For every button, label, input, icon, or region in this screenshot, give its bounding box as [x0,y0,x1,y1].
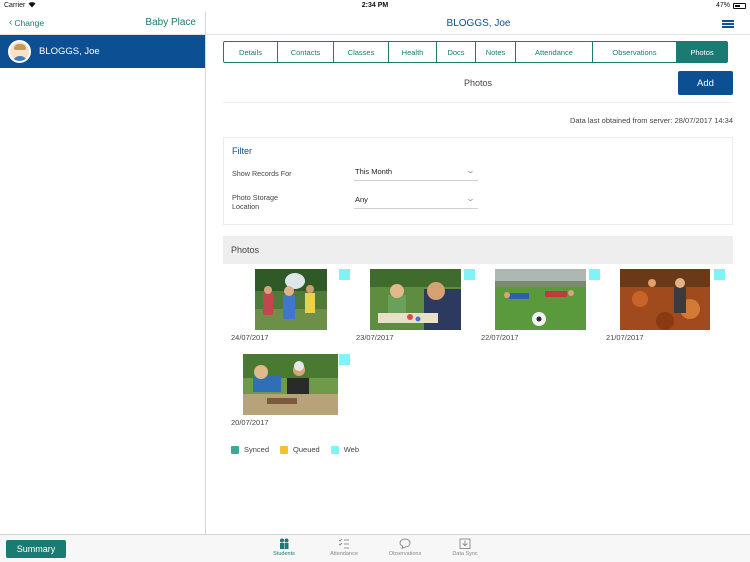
web-status-marker [589,269,600,280]
student-list-pane: ‹ Change Baby Place BLOGGS, Joe [0,12,206,534]
bottom-tab-label: Data Sync [452,551,478,557]
add-photo-button[interactable]: Add [678,71,733,95]
legend-synced: Synced [231,445,269,454]
chevron-left-icon: ‹ [9,17,13,28]
tab-details[interactable]: Details [223,41,278,63]
photo-thumbnail [620,269,710,330]
storage-location-value: Any [355,195,368,204]
show-records-select[interactable]: This Month ⌄ [354,165,478,181]
tab-classes[interactable]: Classes [334,41,389,63]
photo-thumbnail [255,269,327,330]
synced-swatch [231,445,239,454]
web-status-marker [714,269,725,280]
site-name: Baby Place [145,17,196,28]
change-button[interactable]: ‹ Change [9,17,45,29]
hamburger-menu-icon[interactable] [722,20,734,28]
storage-location-select[interactable]: Any ⌄ [354,193,478,209]
photo-thumbnail [370,269,461,330]
change-label: Change [14,18,45,28]
battery-icon [733,3,746,9]
data-sync-icon [459,538,471,549]
tab-notes[interactable]: Notes [476,41,516,63]
bottom-tab-label: Attendance [330,551,358,557]
filter-panel: Filter Show Records For This Month ⌄ Pho… [223,137,733,225]
sync-legend: Synced Queued Web [231,445,359,454]
bottom-tab-attendance[interactable]: Attendance [314,538,374,557]
legend-label: Web [343,445,360,454]
student-row-selected[interactable]: BLOGGS, Joe [0,35,205,68]
legend-label: Synced [244,445,270,454]
legend-queued: Queued [280,445,320,454]
student-name: BLOGGS, Joe [39,46,100,57]
section-title: Photos [223,71,733,103]
tab-docs[interactable]: Docs [437,41,476,63]
filter-title: Filter [232,146,252,156]
photo-item[interactable]: 20/07/2017 [231,354,356,436]
photo-date: 22/07/2017 [481,333,519,342]
bottom-tab-label: Students [273,551,295,557]
avatar [8,40,31,63]
bottom-tab-bar: Summary Students Attendance Observations… [0,534,750,562]
attendance-icon [338,538,349,549]
bottom-tab-observations[interactable]: Observations [375,538,435,557]
tab-health[interactable]: Health [389,41,437,63]
chevron-down-icon: ⌄ [465,166,476,175]
queued-swatch [280,445,289,454]
legend-web: Web [330,445,360,454]
legend-label: Queued [293,445,320,454]
observations-icon [399,538,411,549]
last-obtained-text: Data last obtained from server: 28/07/20… [569,116,733,125]
web-status-marker [339,269,350,280]
bottom-tab-data-sync[interactable]: Data Sync [435,538,495,557]
storage-label-line1: Photo Storage [232,193,278,202]
show-records-label: Show Records For [232,169,292,178]
web-status-marker [339,354,350,365]
bottom-tab-label: Observations [388,551,422,557]
tab-photos[interactable]: Photos [677,41,728,63]
chevron-down-icon: ⌄ [465,194,476,203]
bottom-tab-students[interactable]: Students [254,538,314,557]
detail-nav-bar: BLOGGS, Joe [207,12,750,35]
detail-tabs: Details Contacts Classes Health Docs Not… [223,41,728,63]
storage-label-line2: Location [232,202,260,211]
tab-observations[interactable]: Observations [593,41,677,63]
photo-date: 20/07/2017 [231,418,269,427]
status-bar: Carrier 2:34 PM 47% [0,0,750,12]
photo-thumbnail [495,269,586,330]
students-icon [280,538,289,549]
photo-date: 24/07/2017 [231,333,269,342]
web-swatch [330,445,339,454]
tab-contacts[interactable]: Contacts [278,41,334,63]
tab-attendance[interactable]: Attendance [516,41,593,63]
photo-item[interactable]: 24/07/2017 [231,269,356,351]
left-nav-bar: ‹ Change Baby Place [0,12,205,35]
photos-list-header: Photos [223,236,733,264]
photo-date: 21/07/2017 [606,333,644,342]
photo-date: 23/07/2017 [356,333,394,342]
page-title: BLOGGS, Joe [446,18,511,29]
photo-thumbnail [243,354,338,415]
status-time: 2:34 PM [361,2,389,9]
photo-item[interactable]: 23/07/2017 [356,269,481,351]
show-records-value: This Month [355,167,393,176]
photo-item[interactable]: 22/07/2017 [481,269,606,351]
photo-item[interactable]: 21/07/2017 [606,269,731,351]
summary-button[interactable]: Summary [6,540,66,558]
web-status-marker [464,269,475,280]
battery-percent: 47% [715,2,730,9]
storage-location-label: Photo Storage Location [232,193,278,211]
